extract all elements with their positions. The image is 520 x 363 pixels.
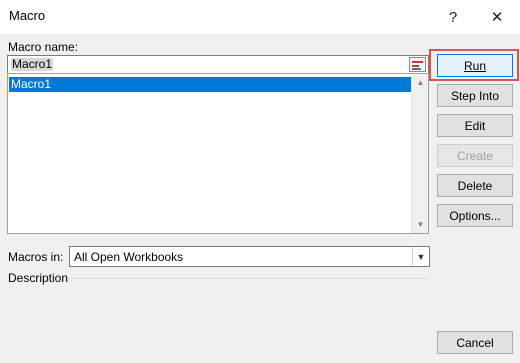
chevron-down-icon[interactable]: ▼ — [412, 247, 429, 266]
macro-name-value: Macro1 — [11, 57, 54, 71]
edit-button[interactable]: Edit — [437, 114, 513, 137]
macros-in-value: All Open Workbooks — [74, 250, 184, 264]
description-label: Description — [8, 271, 69, 285]
help-icon: ? — [448, 8, 458, 26]
macros-in-dropdown[interactable]: All Open Workbooks ▼ — [69, 246, 430, 267]
options-button[interactable]: Options... — [437, 204, 513, 227]
vertical-scrollbar[interactable]: ▲ ▼ — [411, 74, 428, 233]
macro-list-item[interactable]: Macro1 — [9, 77, 411, 92]
delete-button[interactable]: Delete — [437, 174, 513, 197]
title-bar: Macro ? ✕ — [0, 0, 520, 34]
scroll-down-icon[interactable]: ▼ — [412, 216, 429, 233]
scroll-up-icon[interactable]: ▲ — [412, 74, 429, 91]
macro-dialog: Macro ? ✕ Macro name: Macro1 Macro1 ▲ ▼ … — [0, 0, 520, 363]
macros-in-label: Macros in: — [8, 250, 64, 264]
dialog-title: Macro — [9, 8, 46, 23]
macro-name-input[interactable]: Macro1 — [7, 55, 429, 74]
collapse-dialog-icon[interactable] — [409, 57, 426, 72]
step-into-button[interactable]: Step Into — [437, 84, 513, 107]
macro-name-label: Macro name: — [8, 40, 79, 54]
close-button[interactable]: ✕ — [482, 4, 512, 30]
help-button[interactable]: ? — [438, 4, 468, 30]
create-button[interactable]: Create — [437, 144, 513, 167]
description-divider — [68, 278, 430, 279]
macro-list[interactable]: Macro1 ▲ ▼ — [7, 73, 429, 234]
close-icon: ✕ — [490, 9, 504, 26]
run-button[interactable]: Run — [437, 54, 513, 77]
cancel-button[interactable]: Cancel — [437, 331, 513, 354]
